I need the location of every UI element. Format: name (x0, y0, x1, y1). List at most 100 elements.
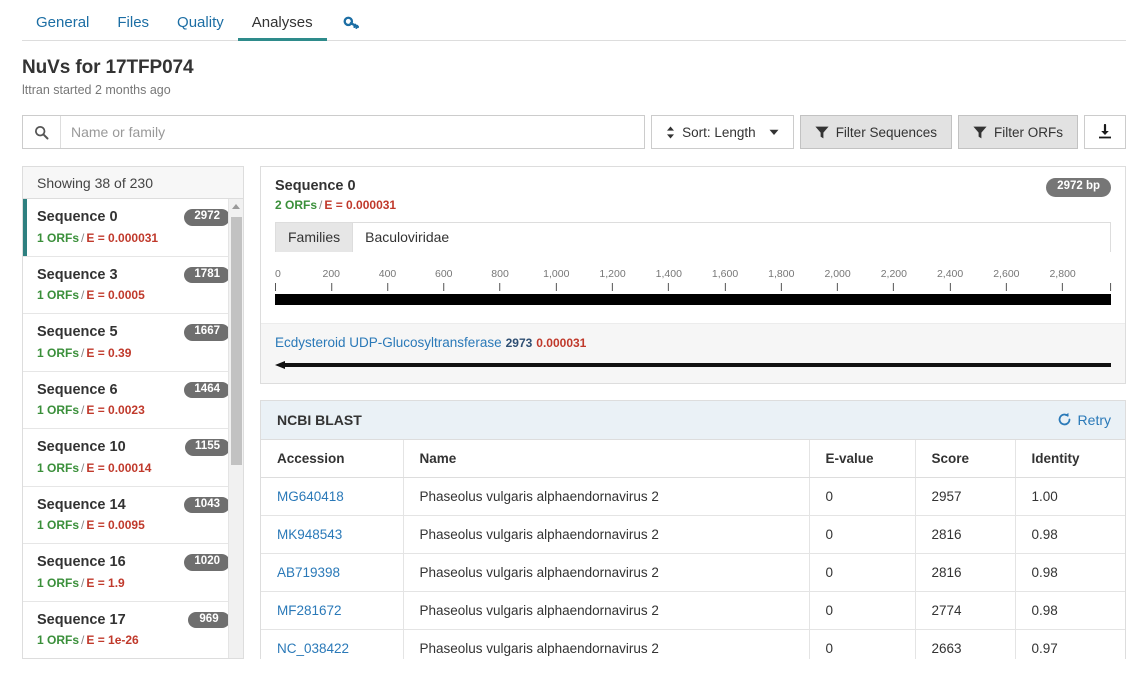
retry-button[interactable]: Retry (1057, 412, 1111, 428)
key-icon-button[interactable] (327, 15, 370, 41)
accession-link-text[interactable]: MF281672 (277, 603, 342, 618)
funnel-icon (973, 126, 987, 139)
ruler-end-tick (1108, 268, 1111, 291)
sequence-detail-header: Sequence 0 2 ORFs/E = 0.000031 2972 bp (261, 167, 1125, 222)
sequence-item-row-bottom: 1 ORFs/E = 0.0095 (37, 518, 230, 532)
orf-bar (285, 363, 1111, 367)
filter-orfs-button[interactable]: Filter ORFs (958, 115, 1078, 149)
blast-evalue-cell: 0 (809, 515, 915, 553)
blast-evalue-cell: 0 (809, 477, 915, 515)
blast-header: NCBI BLAST Retry (261, 401, 1125, 440)
sequence-item-orfs: 1 ORFs (37, 576, 79, 590)
sequence-item-row-top: Sequence 3 1781 (37, 267, 230, 284)
funnel-icon (815, 126, 829, 139)
sort-dropdown-button[interactable]: Sort: Length (651, 115, 794, 149)
blast-name-cell: Phaseolus vulgaris alphaendornavirus 2 (403, 553, 809, 591)
body-split: Showing 38 of 230 Sequence 029721 ORFs/E… (0, 149, 1148, 659)
sequence-item-row-top: Sequence 61464 (37, 382, 230, 399)
ruler-tick-mark (893, 283, 894, 291)
ruler-tick-label: 400 (379, 268, 397, 280)
blast-accession-link[interactable]: MF281672 (261, 591, 403, 629)
blast-name-cell: Phaseolus vulgaris alphaendornavirus 2 (403, 591, 809, 629)
blast-table-row: MF281672 Phaseolus vulgaris alphaendornav… (261, 591, 1125, 629)
scrollbar-thumb[interactable] (231, 217, 242, 465)
blast-accession-link[interactable]: MG640418 (261, 477, 403, 515)
page-heading: NuVs for 17TFP074 lttran started 2 month… (0, 41, 1148, 97)
orf-bar-tail (275, 361, 285, 369)
accession-link-text[interactable]: MG640418 (277, 489, 344, 504)
page-title: NuVs for 17TFP074 (22, 57, 1126, 79)
ruler-tick-mark (1006, 283, 1007, 291)
ruler-tick-label: 1,800 (768, 268, 794, 280)
blast-accession-link[interactable]: MK948543 (261, 515, 403, 553)
top-tab-bar: General Files Quality Analyses (0, 0, 1148, 41)
sequence-item-orfs: 1 ORFs (37, 633, 79, 647)
blast-evalue-cell: 0 (809, 591, 915, 629)
ruler-tick-label: 2,800 (1049, 268, 1075, 280)
blast-accession-link[interactable]: AB719398 (261, 553, 403, 591)
blast-name-cell: Phaseolus vulgaris alphaendornavirus 2 (403, 515, 809, 553)
ruler-tick-mark (612, 283, 613, 291)
sequence-item-row-bottom: 1 ORFs/E = 0.0005 (37, 288, 230, 302)
scroll-up-arrow-icon[interactable] (229, 199, 243, 214)
accession-link-text[interactable]: NC_038422 (277, 641, 349, 656)
ruler-tick-mark (1062, 283, 1063, 291)
chevron-down-icon (769, 129, 779, 136)
ruler-tick: 600 (435, 268, 453, 291)
ruler-tick-label: 0 (275, 268, 281, 280)
ruler-end-tick-label (1108, 268, 1111, 280)
sequence-sidebar: Showing 38 of 230 Sequence 029721 ORFs/E… (22, 166, 244, 659)
ruler-tick-label: 1,200 (599, 268, 625, 280)
tab-quality[interactable]: Quality (163, 15, 238, 41)
sequence-item-row-bottom: 1 ORFs/E = 1e-26 (37, 633, 230, 647)
ruler-tick-mark (443, 283, 444, 291)
orf-entry: Ecdysteroid UDP-Glucosyltransferase29730… (275, 336, 1111, 369)
ruler-tick: 1,200 (599, 268, 625, 291)
filter-sequences-button[interactable]: Filter Sequences (800, 115, 952, 149)
sequence-item-row-top: Sequence 17969 (37, 612, 230, 629)
ruler-tick: 400 (379, 268, 397, 291)
blast-accession-link[interactable]: NC_038422 (261, 629, 403, 659)
sequence-item-row-top: Sequence 51667 (37, 324, 230, 341)
search-input[interactable] (61, 116, 644, 148)
sequence-item-row-top: Sequence 101155 (37, 439, 230, 456)
ruler-tick-label: 2,000 (824, 268, 850, 280)
sequence-list-item[interactable]: Sequence 17969 1 ORFs/E = 1e-26 (23, 602, 243, 658)
retry-label: Retry (1078, 412, 1111, 428)
blast-identity-cell: 1.00 (1015, 477, 1125, 515)
ruler-tick-label: 1,400 (656, 268, 682, 280)
sequence-list-item[interactable]: Sequence 1610201 ORFs/E = 1.9 (23, 544, 243, 602)
filter-sequences-label: Filter Sequences (836, 125, 937, 140)
accession-link-text[interactable]: AB719398 (277, 565, 340, 580)
ruler-tick: 1,600 (712, 268, 738, 291)
tab-analyses[interactable]: Analyses (238, 15, 327, 41)
sequence-item-length-badge: 2972 (184, 209, 230, 226)
ruler-tick-label: 2,200 (881, 268, 907, 280)
ruler-tick: 1,400 (656, 268, 682, 291)
orf-name-link[interactable]: Ecdysteroid UDP-Glucosyltransferase (275, 335, 502, 350)
families-value: Baculoviridae (353, 223, 1110, 252)
blast-column-header: E-value (809, 440, 915, 478)
search-box[interactable] (22, 115, 645, 149)
sequence-list-item[interactable]: Sequence 1011551 ORFs/E = 0.00014 (23, 429, 243, 487)
sequence-list-item[interactable]: Sequence 516671 ORFs/E = 0.39 (23, 314, 243, 372)
sequence-detail-card: Sequence 0 2 ORFs/E = 0.000031 2972 bp F… (260, 166, 1126, 384)
ruler-tick-mark (331, 283, 332, 291)
tab-files[interactable]: Files (103, 15, 163, 41)
ruler-tick-mark (500, 283, 501, 291)
blast-table-row: AB719398 Phaseolus vulgaris alphaendornav… (261, 553, 1125, 591)
blast-score-cell: 2774 (915, 591, 1015, 629)
download-button[interactable] (1084, 115, 1126, 149)
sequence-list-item[interactable]: Sequence 614641 ORFs/E = 0.0023 (23, 372, 243, 430)
sequence-item-length-badge: 1781 (184, 267, 230, 284)
blast-identity-cell: 0.98 (1015, 553, 1125, 591)
tab-general[interactable]: General (22, 15, 103, 41)
sequence-item-orfs: 1 ORFs (37, 461, 79, 475)
sequence-list-item[interactable]: Sequence 3 1781 1 ORFs/E = 0.0005 (23, 257, 243, 315)
sequence-item-name: Sequence 3 (37, 267, 118, 283)
sequence-item-evalue: E = 0.0023 (86, 403, 144, 417)
accession-link-text[interactable]: MK948543 (277, 527, 342, 542)
sidebar-scrollbar[interactable] (228, 199, 243, 658)
sequence-list-item[interactable]: Sequence 1410431 ORFs/E = 0.0095 (23, 487, 243, 545)
sequence-list-item[interactable]: Sequence 029721 ORFs/E = 0.000031 (23, 199, 243, 257)
